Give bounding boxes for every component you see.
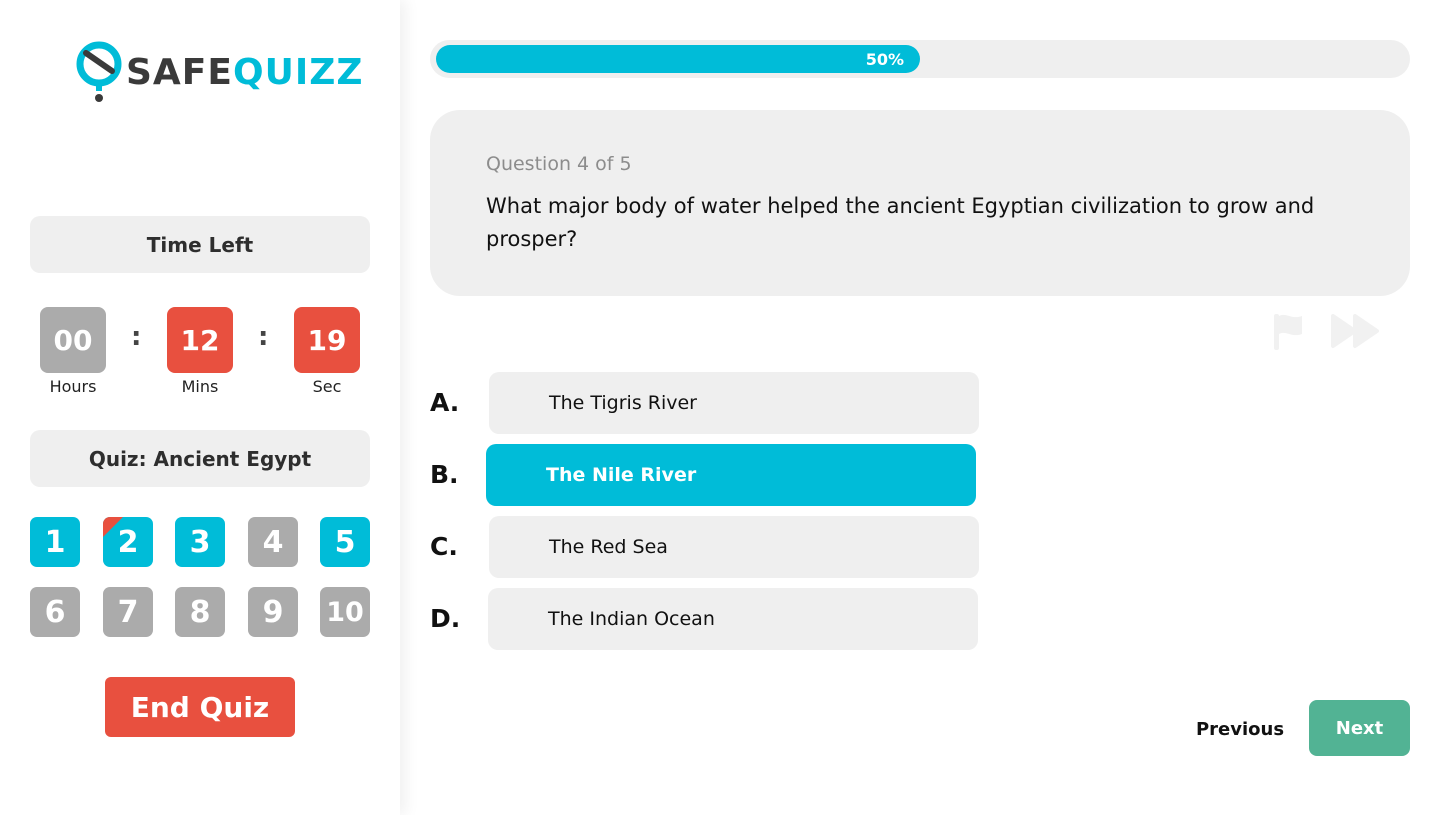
question-nav-5[interactable]: 5 [320, 517, 370, 567]
next-button[interactable]: Next [1309, 700, 1410, 756]
question-nav-1[interactable]: 1 [30, 517, 80, 567]
timer-hours-label: Hours [49, 377, 97, 396]
skip-forward-icon[interactable] [1330, 310, 1382, 352]
question-card: Question 4 of 5 What major body of water… [430, 110, 1410, 296]
question-nav-2[interactable]: 2 [103, 517, 153, 567]
timer-hours: 00 [40, 307, 106, 373]
progress-bar: 50% [436, 45, 920, 73]
question-nav-10[interactable]: 10 [320, 587, 370, 637]
end-quiz-button[interactable]: End Quiz [105, 677, 295, 737]
sidebar: SAFEQUIZZ Time Left 00 : 12 : 19 Hours M… [0, 0, 400, 815]
question-nav-8[interactable]: 8 [175, 587, 225, 637]
option-b[interactable]: The Nile River [486, 444, 976, 506]
flag-icon[interactable] [1268, 310, 1308, 352]
logo-icon [76, 41, 122, 102]
question-nav-3[interactable]: 3 [175, 517, 225, 567]
flagged-marker [103, 517, 123, 537]
timer-separator: : [258, 322, 269, 352]
option-c[interactable]: The Red Sea [489, 516, 979, 578]
question-nav-6[interactable]: 6 [30, 587, 80, 637]
question-nav-7[interactable]: 7 [103, 587, 153, 637]
option-letter-c: C. [430, 532, 458, 561]
option-d[interactable]: The Indian Ocean [488, 588, 978, 650]
brand-name: SAFEQUIZZ [126, 51, 364, 93]
time-left-label: Time Left [30, 216, 370, 273]
option-letter-a: A. [430, 388, 460, 417]
question-nav-9[interactable]: 9 [248, 587, 298, 637]
question-nav-4[interactable]: 4 [248, 517, 298, 567]
quiz-title: Quiz: Ancient Egypt [30, 430, 370, 487]
previous-button[interactable]: Previous [1180, 710, 1300, 748]
timer-minutes: 12 [167, 307, 233, 373]
option-letter-b: B. [430, 460, 459, 489]
timer-minutes-label: Mins [181, 377, 219, 396]
option-a[interactable]: The Tigris River [489, 372, 979, 434]
timer-seconds-label: Sec [312, 377, 342, 396]
question-counter: Question 4 of 5 [486, 153, 632, 175]
question-text: What major body of water helped the anci… [486, 194, 1315, 251]
option-letter-d: D. [430, 604, 461, 633]
timer-seconds: 19 [294, 307, 360, 373]
timer-separator: : [131, 322, 142, 352]
brand-logo: SAFEQUIZZ [76, 40, 363, 104]
